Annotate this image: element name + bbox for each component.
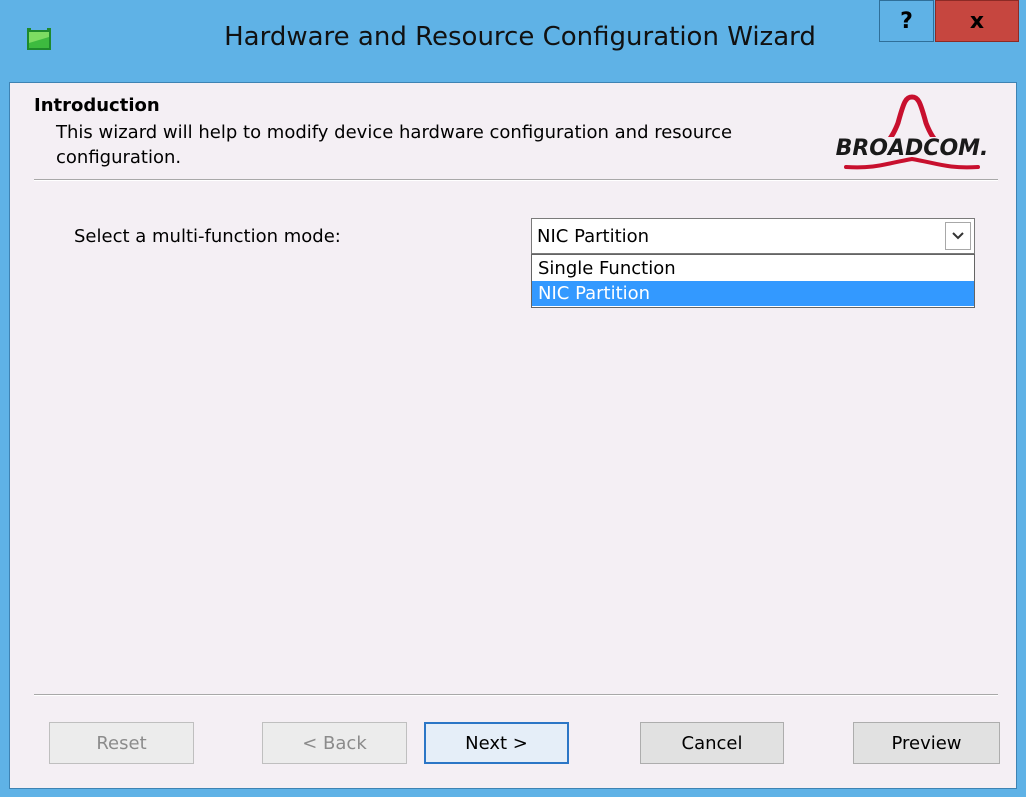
mode-label: Select a multi-function mode: [74, 226, 341, 247]
mode-dropdown-list: Single Function NIC Partition [531, 254, 975, 308]
page-title: Introduction [34, 95, 160, 116]
preview-button[interactable]: Preview [853, 722, 1000, 764]
cancel-button[interactable]: Cancel [640, 722, 784, 764]
chevron-down-icon[interactable] [945, 222, 971, 250]
mode-select[interactable]: NIC Partition [531, 218, 975, 254]
footer-divider [34, 694, 998, 696]
close-button[interactable]: x [935, 0, 1019, 42]
next-button[interactable]: Next > [424, 722, 569, 764]
mode-option-nic-partition[interactable]: NIC Partition [532, 281, 974, 306]
reset-button[interactable]: Reset [49, 722, 194, 764]
back-button[interactable]: < Back [262, 722, 407, 764]
title-bar[interactable]: Hardware and Resource Configuration Wiza… [0, 0, 1026, 82]
window-title: Hardware and Resource Configuration Wiza… [224, 22, 816, 52]
header-divider [34, 179, 998, 181]
wizard-client-area: Introduction This wizard will help to mo… [9, 82, 1017, 789]
broadcom-logo: BROADCOM. [836, 94, 988, 170]
mode-select-value: NIC Partition [537, 226, 650, 247]
help-button[interactable]: ? [879, 0, 934, 42]
page-description: This wizard will help to modify device h… [56, 122, 733, 168]
wizard-window: Hardware and Resource Configuration Wiza… [0, 0, 1026, 797]
mode-option-single-function[interactable]: Single Function [532, 256, 974, 281]
app-icon [27, 28, 51, 50]
